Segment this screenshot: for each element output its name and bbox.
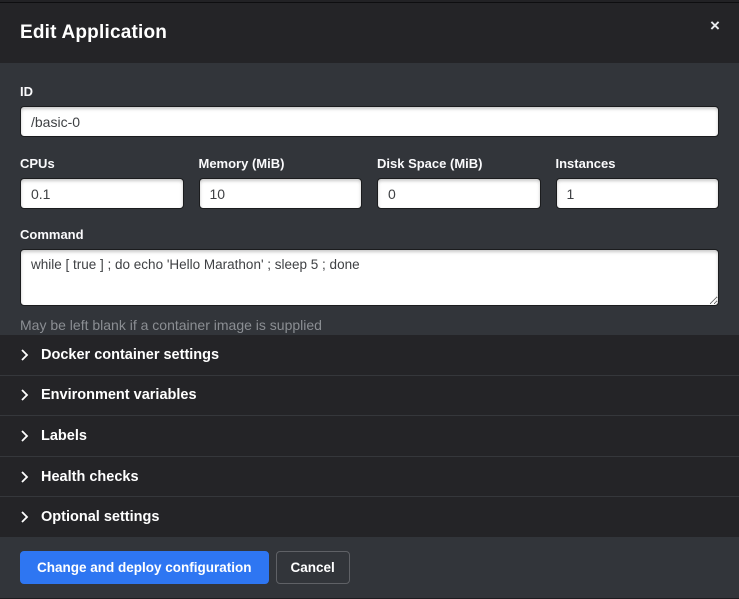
- section-label: Environment variables: [41, 387, 197, 403]
- chevron-right-icon: [20, 511, 29, 523]
- command-helper-text: May be left blank if a container image i…: [20, 317, 719, 333]
- memory-input[interactable]: [199, 178, 363, 209]
- id-label: ID: [20, 84, 719, 99]
- section-label: Optional settings: [41, 509, 159, 525]
- modal-title: Edit Application: [20, 22, 167, 44]
- cpus-input[interactable]: [20, 178, 184, 209]
- section-label: Docker container settings: [41, 347, 219, 363]
- chevron-right-icon: [20, 430, 29, 442]
- chevron-right-icon: [20, 471, 29, 483]
- section-health-checks[interactable]: Health checks: [0, 456, 739, 497]
- section-label: Labels: [41, 428, 87, 444]
- instances-field-group: Instances: [556, 156, 720, 209]
- settings-accordion: Docker container settings Environment va…: [0, 335, 739, 537]
- application-form: ID CPUs Memory (MiB) Disk Space (MiB) In…: [0, 63, 739, 335]
- disk-label: Disk Space (MiB): [377, 156, 541, 171]
- modal-header: Edit Application ×: [0, 3, 739, 63]
- chevron-right-icon: [20, 389, 29, 401]
- memory-label: Memory (MiB): [199, 156, 363, 171]
- section-environment-variables[interactable]: Environment variables: [0, 375, 739, 416]
- section-docker-container-settings[interactable]: Docker container settings: [0, 335, 739, 375]
- disk-field-group: Disk Space (MiB): [377, 156, 541, 209]
- change-and-deploy-button[interactable]: Change and deploy configuration: [20, 551, 269, 584]
- cpus-label: CPUs: [20, 156, 184, 171]
- edit-application-modal: Edit Application × ID CPUs Memory (MiB) …: [0, 0, 739, 599]
- section-optional-settings[interactable]: Optional settings: [0, 496, 739, 537]
- resources-row: CPUs Memory (MiB) Disk Space (MiB) Insta…: [20, 156, 719, 209]
- command-label: Command: [20, 227, 719, 242]
- close-icon[interactable]: ×: [705, 16, 725, 36]
- cpus-field-group: CPUs: [20, 156, 184, 209]
- section-labels[interactable]: Labels: [0, 415, 739, 456]
- cancel-button[interactable]: Cancel: [276, 551, 350, 584]
- modal-footer: Change and deploy configuration Cancel: [0, 537, 739, 598]
- memory-field-group: Memory (MiB): [199, 156, 363, 209]
- id-field-group: ID: [20, 84, 719, 137]
- chevron-right-icon: [20, 349, 29, 361]
- section-label: Health checks: [41, 469, 139, 485]
- disk-input[interactable]: [377, 178, 541, 209]
- instances-label: Instances: [556, 156, 720, 171]
- command-textarea[interactable]: while [ true ] ; do echo 'Hello Marathon…: [20, 249, 719, 306]
- instances-input[interactable]: [556, 178, 720, 209]
- command-field-group: Command while [ true ] ; do echo 'Hello …: [20, 227, 719, 333]
- id-input[interactable]: [20, 106, 719, 137]
